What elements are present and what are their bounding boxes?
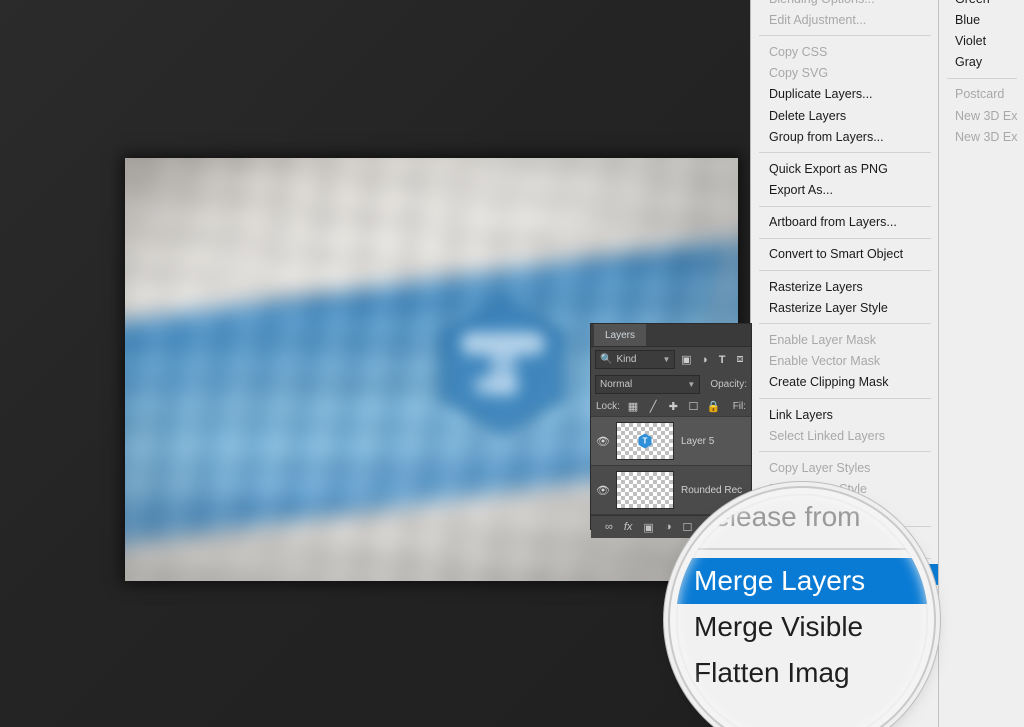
type-layer-icon[interactable]: T (715, 352, 729, 367)
tab-layers[interactable]: Layers (594, 324, 647, 346)
menu-separator (759, 237, 931, 239)
magnified-menu-item: Release from (694, 501, 861, 532)
hexagon-logo-watermark (440, 296, 566, 436)
menu-item[interactable]: Blue (939, 9, 1024, 30)
menu-item[interactable]: Rasterize Layer Style (751, 297, 939, 318)
shape-layer-icon[interactable]: ⧈ (733, 352, 747, 367)
magnified-separator (686, 548, 918, 550)
chevron-down-icon: ▼ (662, 355, 671, 364)
menu-item[interactable]: Rasterize Layers (751, 276, 939, 297)
adjustment-layer-icon[interactable]: ◑ (697, 352, 711, 367)
menu-item[interactable]: Export As... (751, 180, 939, 201)
new-adjustment-layer-icon[interactable]: ◑ (665, 521, 672, 533)
blend-mode-label: Normal (600, 379, 633, 390)
magnifier-content: Release from Merge Layers Merge Visible Fla… (676, 494, 928, 727)
hexagon-logo-thumb-icon (638, 433, 652, 449)
menu-item[interactable]: Convert to Smart Object (751, 244, 939, 265)
menu-item[interactable]: Link Layers (751, 404, 939, 425)
menu-item[interactable]: Green (939, 0, 1024, 9)
menu-item: Enable Vector Mask (769, 354, 881, 369)
search-icon: 🔍 (600, 354, 613, 365)
menu-separator (759, 451, 931, 453)
eye-icon[interactable]: 👁 (596, 435, 610, 448)
lock-transparent-pixels-icon[interactable]: ▦ (626, 399, 640, 414)
lock-image-pixels-icon[interactable]: ╱ (646, 399, 660, 414)
menu-item: Postcard (955, 87, 1005, 102)
layer-row-0[interactable]: 👁 Layer 5 (591, 417, 751, 466)
menu-separator (759, 323, 931, 325)
magnifier-lens: Release from Merge Layers Merge Visible Fla… (676, 494, 928, 727)
menu-item[interactable]: Duplicate Layers... (751, 84, 939, 105)
menu-separator (759, 270, 931, 272)
layer-thumbnail[interactable] (616, 471, 674, 509)
lock-label: Lock: (596, 401, 620, 412)
menu-item[interactable]: Group from Layers... (751, 126, 939, 147)
lock-artboard-icon[interactable]: ☐ (686, 399, 700, 414)
pixel-layer-icon[interactable]: ▣ (679, 352, 693, 367)
opacity-label: Opacity: (710, 379, 747, 390)
menu-item: Select Linked Layers (769, 428, 886, 443)
fill-label: Fil: (732, 401, 747, 412)
layer-name[interactable]: Layer 5 (681, 436, 714, 447)
add-layer-mask-icon[interactable]: ▣ (643, 521, 653, 534)
layer-filter-row: 🔍 Kind ▼ ▣ ◑ T ⧈ (591, 347, 751, 372)
menu-item[interactable]: Quick Export as PNG (751, 158, 939, 179)
add-layer-style-icon[interactable]: fx (624, 521, 633, 533)
eye-icon[interactable]: 👁 (596, 484, 610, 497)
menu-separator (759, 398, 931, 399)
layers-panel-tabbar: Layers (591, 324, 751, 347)
lock-position-icon[interactable]: ✚ (666, 399, 680, 414)
magnified-menu-item[interactable]: Merge Visible (676, 604, 928, 650)
color-submenu[interactable]: GreenBlueVioletGray Postcard New 3D Ex New … (938, 0, 1024, 727)
filter-kind-label: Kind (616, 354, 637, 365)
menu-separator (759, 152, 931, 154)
menu-item: New 3D Ex (955, 129, 1018, 144)
blend-row: Normal ▼ Opacity: (591, 372, 751, 397)
menu-separator (759, 205, 931, 207)
menu-item[interactable]: Gray (939, 52, 1024, 73)
layer-thumbnail[interactable] (616, 422, 674, 460)
menu-item: Copy CSS (769, 44, 828, 59)
menu-item: Copy SVG (769, 66, 829, 81)
menu-item: Enable Layer Mask (769, 333, 877, 348)
magnified-menu-item[interactable]: Merge Layers (676, 558, 928, 604)
menu-separator (759, 35, 931, 37)
menu-item: Edit Adjustment... (769, 12, 867, 27)
menu-item[interactable]: Artboard from Layers... (751, 212, 939, 233)
link-layers-icon[interactable]: ∞ (605, 521, 613, 533)
app-stage: Blending Options... Edit Adjustment... Cop… (0, 0, 1024, 727)
menu-item[interactable]: Create Clipping Mask (751, 372, 939, 393)
menu-separator (947, 77, 1017, 79)
lock-row: Lock: ▦ ╱ ✚ ☐ 🔒 Fil: (591, 397, 751, 417)
menu-item: Blending Options... (751, 0, 939, 9)
blend-mode-dropdown[interactable]: Normal ▼ (595, 375, 701, 394)
menu-item[interactable]: Violet (939, 30, 1024, 51)
menu-item: Copy Layer Styles (769, 460, 871, 475)
menu-item[interactable]: Delete Layers (751, 105, 939, 126)
lock-all-icon[interactable]: 🔒 (707, 399, 721, 414)
menu-item: New 3D Ex (955, 108, 1018, 123)
logo-t-foot (474, 375, 520, 396)
filter-kind-dropdown[interactable]: 🔍 Kind ▼ (595, 350, 676, 369)
magnified-menu-item[interactable]: Flatten Imag (676, 650, 928, 696)
chevron-down-icon: ▼ (687, 380, 696, 389)
